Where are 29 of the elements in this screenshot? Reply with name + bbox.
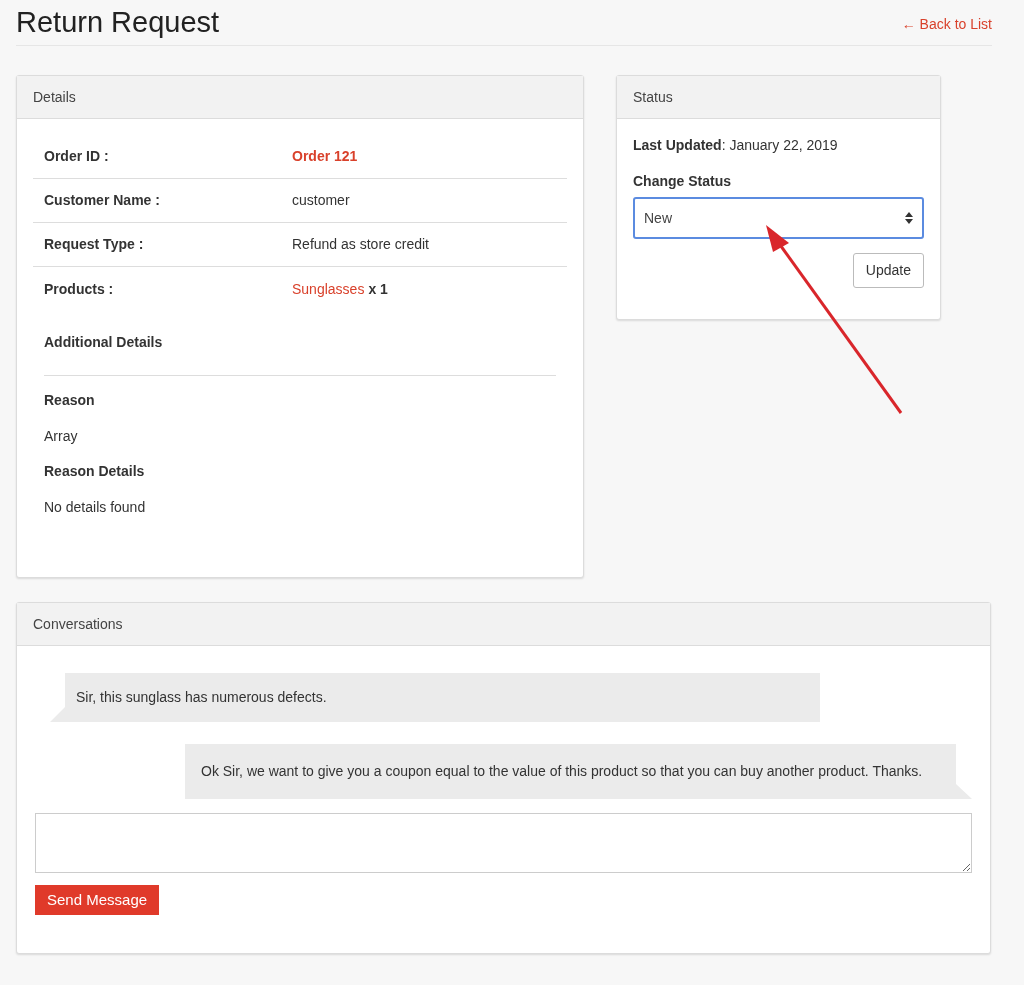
row-label: Request Type :: [44, 235, 145, 254]
update-button[interactable]: Update: [852, 253, 924, 288]
panel-header: Conversations: [17, 603, 990, 646]
message-bubble: Sir, this sunglass has numerous defects.: [50, 673, 820, 722]
panel-header: Details: [17, 76, 583, 119]
order-link[interactable]: Order 121: [292, 146, 358, 167]
section-heading: Additional Details: [44, 332, 556, 376]
row-value: Refund as store credit: [292, 235, 429, 254]
last-updated-date: : January 22, 2019: [721, 136, 838, 155]
panel-header: Status: [617, 76, 940, 119]
last-updated-label: Last Updated: [633, 136, 722, 155]
message-input[interactable]: [35, 813, 972, 873]
status-select[interactable]: New: [633, 197, 924, 239]
field-label: Reason Details: [44, 462, 146, 481]
send-message-button[interactable]: Send Message: [35, 885, 160, 915]
row-value: customer: [292, 191, 350, 210]
field-value: No details found: [44, 498, 147, 517]
field-label: Reason: [44, 391, 96, 410]
row-label: Customer Name :: [44, 191, 161, 210]
row-label: Order ID :: [44, 147, 110, 166]
change-status-label: Change Status: [633, 172, 732, 191]
message-bubble: Ok Sir, we want to give you a coupon equal to the value of this product so that you can buy another product. Thanks.: [185, 744, 972, 799]
field-value: Array: [44, 427, 79, 446]
sort-arrows-icon: [905, 212, 913, 224]
product-link[interactable]: Sunglasses: [292, 278, 365, 300]
back-link[interactable]: ← Back to List: [901, 14, 992, 35]
product-quantity: x 1: [368, 279, 388, 299]
page-title: Return Request: [16, 8, 220, 37]
row-label: Products :: [44, 279, 115, 299]
